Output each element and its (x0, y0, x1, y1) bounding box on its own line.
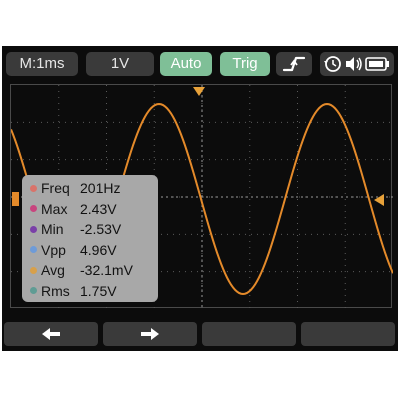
timebase-button[interactable]: M:1ms (6, 52, 78, 76)
speaker-icon[interactable] (346, 57, 362, 71)
softkey-3-button[interactable] (202, 322, 296, 346)
measurement-panel: Freq 201Hz Max 2.43V Min -2.53V Vpp 4.96… (22, 175, 158, 302)
arrow-right-icon (141, 328, 159, 340)
measure-label: Vpp (41, 241, 66, 258)
min-dot-icon (30, 225, 37, 233)
trigger-edge-button[interactable] (276, 52, 312, 76)
measure-row-rms: Rms 1.75V (22, 281, 158, 302)
measure-row-max: Max 2.43V (22, 199, 158, 220)
vpp-dot-icon (30, 246, 37, 254)
avg-dot-icon (30, 266, 37, 274)
measure-label: Max (41, 200, 68, 217)
freq-dot-icon (30, 184, 37, 192)
measure-label: Min (41, 221, 64, 238)
measure-row-avg: Avg -32.1mV (22, 260, 158, 281)
softkey-4-button[interactable] (301, 322, 395, 346)
measure-value: 1.75V (80, 282, 117, 299)
max-dot-icon (30, 205, 37, 213)
measure-row-min: Min -2.53V (22, 219, 158, 240)
measure-row-vpp: Vpp 4.96V (22, 240, 158, 261)
arrow-left-icon (42, 328, 60, 340)
channel-1-offset-marker[interactable] (12, 192, 19, 206)
prev-button[interactable] (4, 322, 98, 346)
next-button[interactable] (103, 322, 197, 346)
measure-row-freq: Freq 201Hz (22, 178, 158, 199)
measure-value: 4.96V (80, 241, 117, 258)
measure-label: Avg (41, 262, 65, 279)
volts-div-button[interactable]: 1V (86, 52, 154, 76)
rising-edge-icon (282, 56, 306, 72)
measure-value: 201Hz (80, 180, 121, 197)
auto-button[interactable]: Auto (160, 52, 212, 76)
trigger-level-marker-icon[interactable] (372, 193, 386, 207)
trig-button[interactable]: Trig (220, 52, 270, 76)
measure-value: -2.53V (80, 221, 122, 238)
trigger-time-marker-icon[interactable] (192, 86, 206, 98)
measure-label: Rms (41, 282, 70, 299)
rms-dot-icon (30, 287, 37, 295)
measure-value: -32.1mV (80, 262, 133, 279)
measure-value: 2.43V (80, 200, 117, 217)
measure-label: Freq (41, 180, 70, 197)
battery-icon (365, 57, 389, 71)
history-icon[interactable] (324, 56, 341, 72)
status-indicators (320, 52, 394, 76)
